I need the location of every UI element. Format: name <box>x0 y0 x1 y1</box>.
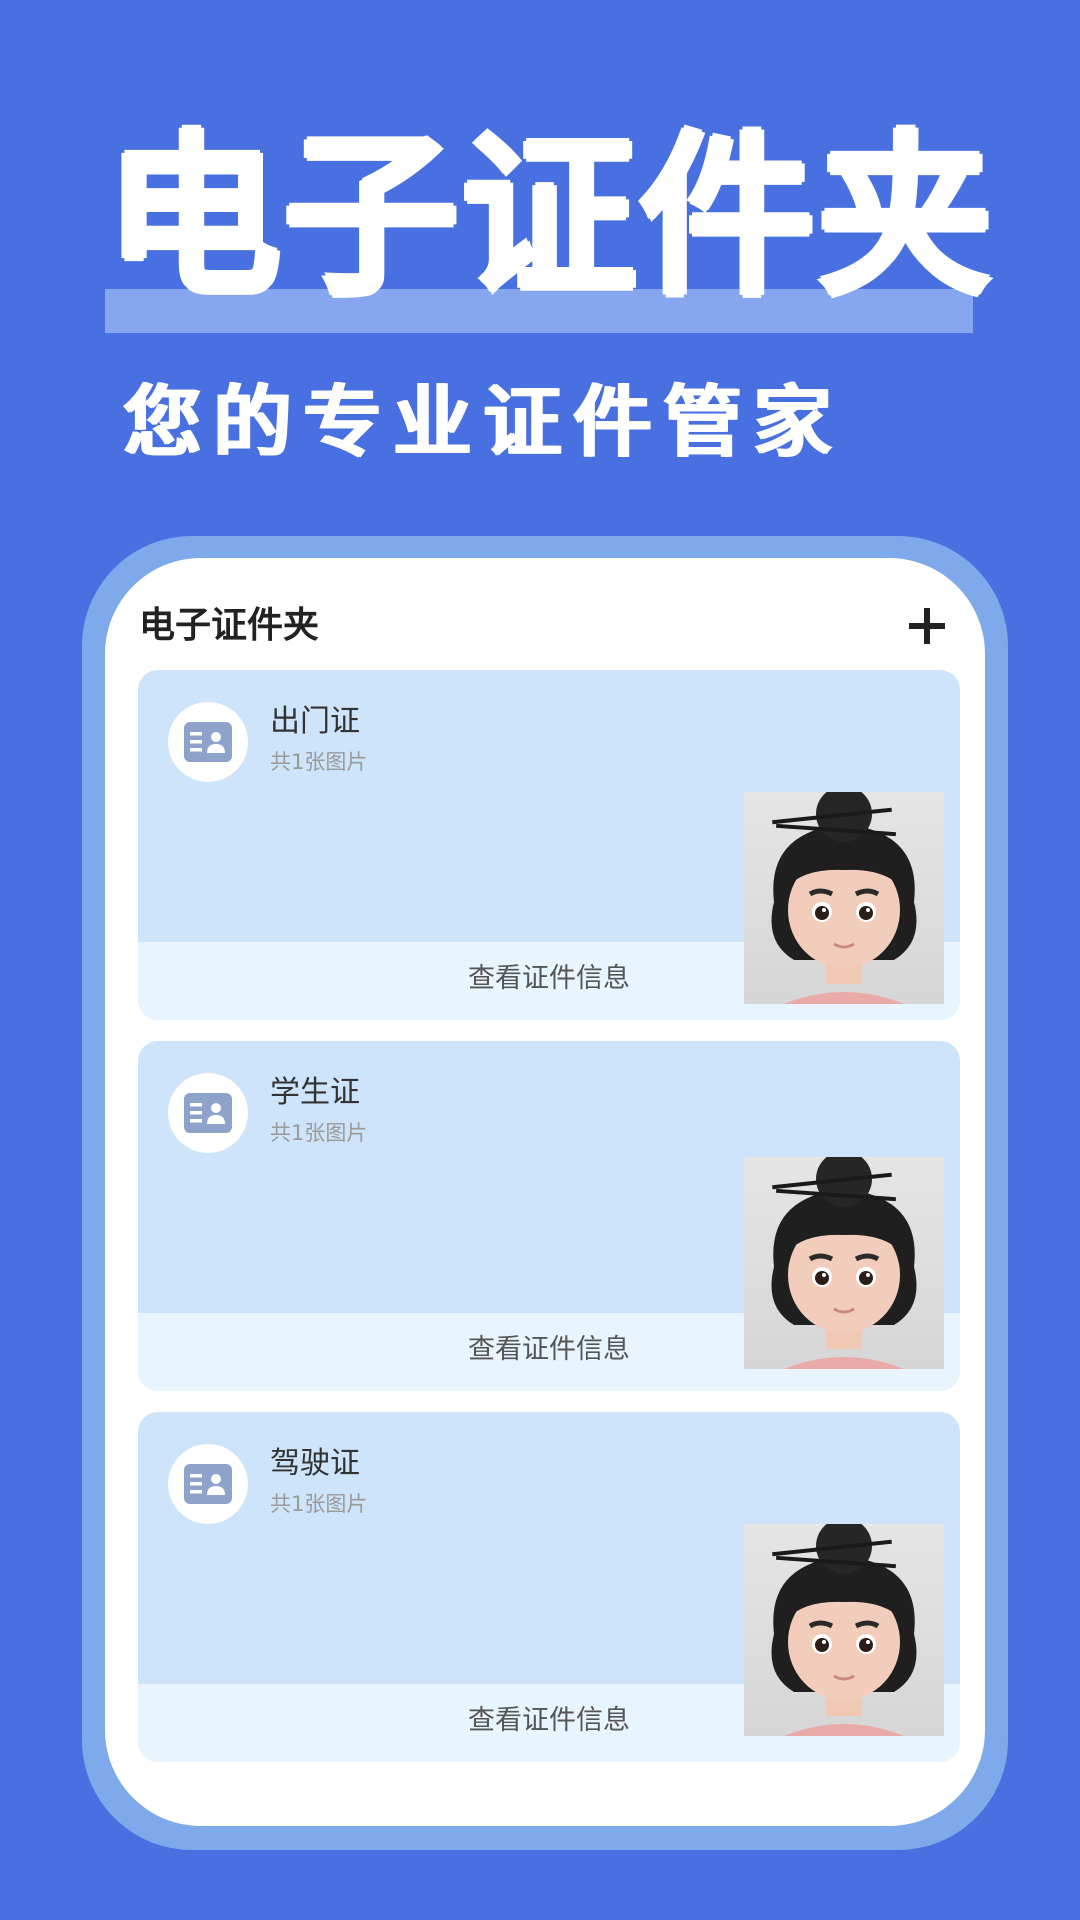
avatar-portrait <box>771 1524 917 1736</box>
hero-subtitle: 您的专业证件管家 <box>123 378 844 468</box>
certificate-card-driver-license[interactable]: 驾驶证 共1张图片 查看证件信息 <box>138 1412 960 1762</box>
certificate-card-student-id[interactable]: 学生证 共1张图片 查看证件信息 <box>138 1041 960 1391</box>
add-certificate-button[interactable] <box>903 602 951 650</box>
card-title: 驾驶证 <box>270 1446 360 1481</box>
avatar-portrait <box>771 792 917 1004</box>
hero-title-block: 电子证件夹 <box>105 115 996 333</box>
id-card-icon <box>184 1093 232 1133</box>
app-header-title: 电子证件夹 <box>139 605 320 646</box>
hero-title: 电子证件夹 <box>105 115 996 320</box>
card-image-count: 共1张图片 <box>270 750 368 774</box>
avatar-portrait <box>771 1157 917 1369</box>
certificate-photo[interactable] <box>744 1524 944 1736</box>
card-image-count: 共1张图片 <box>270 1492 368 1516</box>
certificate-photo[interactable] <box>744 792 944 1004</box>
id-card-icon <box>184 722 232 762</box>
card-icon-badge <box>168 1073 248 1153</box>
card-title: 出门证 <box>270 704 360 739</box>
card-icon-badge <box>168 702 248 782</box>
certificate-card-exit-pass[interactable]: 出门证 共1张图片 查看证件信息 <box>138 670 960 1020</box>
certificate-photo[interactable] <box>744 1157 944 1369</box>
card-icon-badge <box>168 1444 248 1524</box>
plus-icon <box>909 608 945 644</box>
card-image-count: 共1张图片 <box>270 1121 368 1145</box>
card-title: 学生证 <box>270 1075 360 1110</box>
phone-screen: 电子证件夹 出门证 共1张图片 查看证件信息 学生证 共1张图片 查看证件信息 … <box>105 558 985 1826</box>
id-card-icon <box>184 1464 232 1504</box>
